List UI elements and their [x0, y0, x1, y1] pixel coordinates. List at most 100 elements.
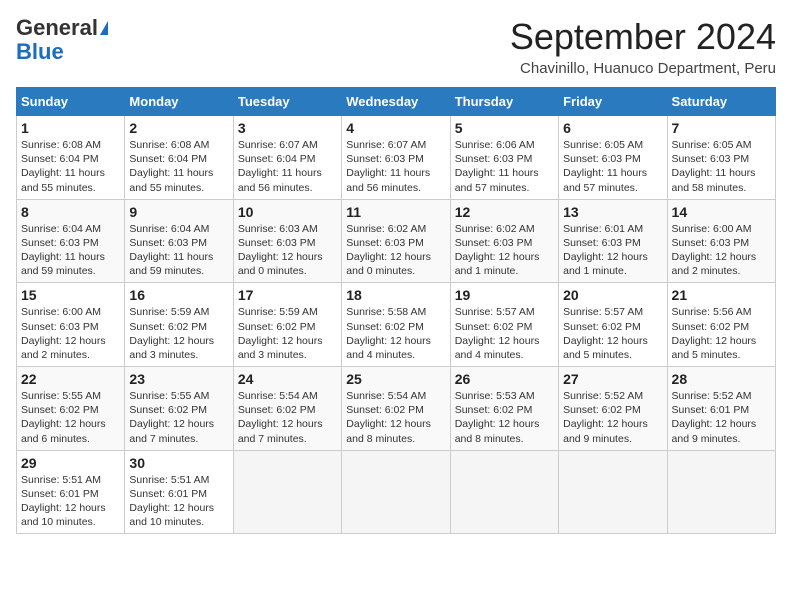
day-detail: Sunrise: 5:55 AMSunset: 6:02 PMDaylight:…: [21, 389, 120, 446]
calendar-cell: 13 Sunrise: 6:01 AMSunset: 6:03 PMDaylig…: [559, 199, 667, 283]
day-number: 19: [455, 287, 554, 303]
day-number: 3: [238, 120, 337, 136]
day-number: 8: [21, 204, 120, 220]
day-number: 15: [21, 287, 120, 303]
calendar-cell: 5 Sunrise: 6:06 AMSunset: 6:03 PMDayligh…: [450, 116, 558, 200]
day-number: 14: [672, 204, 771, 220]
calendar-cell: 27 Sunrise: 5:52 AMSunset: 6:02 PMDaylig…: [559, 367, 667, 451]
day-detail: Sunrise: 6:00 AMSunset: 6:03 PMDaylight:…: [672, 222, 771, 279]
calendar-cell: 3 Sunrise: 6:07 AMSunset: 6:04 PMDayligh…: [233, 116, 341, 200]
calendar-cell: 30 Sunrise: 5:51 AMSunset: 6:01 PMDaylig…: [125, 450, 233, 534]
day-detail: Sunrise: 6:05 AMSunset: 6:03 PMDaylight:…: [672, 138, 771, 195]
calendar-cell: [233, 450, 341, 534]
day-number: 29: [21, 455, 120, 471]
calendar-cell: [667, 450, 775, 534]
day-detail: Sunrise: 5:59 AMSunset: 6:02 PMDaylight:…: [129, 305, 228, 362]
day-number: 9: [129, 204, 228, 220]
logo: General Blue: [16, 16, 108, 64]
calendar-cell: 16 Sunrise: 5:59 AMSunset: 6:02 PMDaylig…: [125, 283, 233, 367]
day-detail: Sunrise: 5:51 AMSunset: 6:01 PMDaylight:…: [129, 473, 228, 530]
day-number: 18: [346, 287, 445, 303]
day-detail: Sunrise: 5:58 AMSunset: 6:02 PMDaylight:…: [346, 305, 445, 362]
calendar-cell: 8 Sunrise: 6:04 AMSunset: 6:03 PMDayligh…: [17, 199, 125, 283]
logo-triangle-icon: [100, 21, 108, 35]
calendar-cell: 18 Sunrise: 5:58 AMSunset: 6:02 PMDaylig…: [342, 283, 450, 367]
day-detail: Sunrise: 6:04 AMSunset: 6:03 PMDaylight:…: [21, 222, 120, 279]
day-number: 2: [129, 120, 228, 136]
calendar-cell: 10 Sunrise: 6:03 AMSunset: 6:03 PMDaylig…: [233, 199, 341, 283]
day-number: 28: [672, 371, 771, 387]
col-header-monday: Monday: [125, 88, 233, 116]
day-number: 26: [455, 371, 554, 387]
week-row-3: 15 Sunrise: 6:00 AMSunset: 6:03 PMDaylig…: [17, 283, 776, 367]
day-number: 21: [672, 287, 771, 303]
calendar-cell: 25 Sunrise: 5:54 AMSunset: 6:02 PMDaylig…: [342, 367, 450, 451]
day-number: 30: [129, 455, 228, 471]
week-row-1: 1 Sunrise: 6:08 AMSunset: 6:04 PMDayligh…: [17, 116, 776, 200]
calendar-cell: 15 Sunrise: 6:00 AMSunset: 6:03 PMDaylig…: [17, 283, 125, 367]
day-number: 4: [346, 120, 445, 136]
day-number: 1: [21, 120, 120, 136]
calendar-cell: 29 Sunrise: 5:51 AMSunset: 6:01 PMDaylig…: [17, 450, 125, 534]
col-header-saturday: Saturday: [667, 88, 775, 116]
day-number: 5: [455, 120, 554, 136]
day-number: 23: [129, 371, 228, 387]
day-number: 20: [563, 287, 662, 303]
calendar-cell: 4 Sunrise: 6:07 AMSunset: 6:03 PMDayligh…: [342, 116, 450, 200]
week-row-5: 29 Sunrise: 5:51 AMSunset: 6:01 PMDaylig…: [17, 450, 776, 534]
calendar-table: SundayMondayTuesdayWednesdayThursdayFrid…: [16, 87, 776, 534]
day-number: 22: [21, 371, 120, 387]
logo-blue: Blue: [16, 40, 64, 64]
day-detail: Sunrise: 6:03 AMSunset: 6:03 PMDaylight:…: [238, 222, 337, 279]
day-detail: Sunrise: 5:56 AMSunset: 6:02 PMDaylight:…: [672, 305, 771, 362]
day-detail: Sunrise: 6:07 AMSunset: 6:03 PMDaylight:…: [346, 138, 445, 195]
day-detail: Sunrise: 5:57 AMSunset: 6:02 PMDaylight:…: [455, 305, 554, 362]
calendar-cell: 1 Sunrise: 6:08 AMSunset: 6:04 PMDayligh…: [17, 116, 125, 200]
calendar-cell: [559, 450, 667, 534]
day-detail: Sunrise: 5:53 AMSunset: 6:02 PMDaylight:…: [455, 389, 554, 446]
month-title: September 2024: [510, 16, 776, 58]
calendar-cell: [342, 450, 450, 534]
day-number: 11: [346, 204, 445, 220]
day-number: 16: [129, 287, 228, 303]
calendar-cell: [450, 450, 558, 534]
col-header-sunday: Sunday: [17, 88, 125, 116]
calendar-cell: 11 Sunrise: 6:02 AMSunset: 6:03 PMDaylig…: [342, 199, 450, 283]
calendar-cell: 23 Sunrise: 5:55 AMSunset: 6:02 PMDaylig…: [125, 367, 233, 451]
day-detail: Sunrise: 5:51 AMSunset: 6:01 PMDaylight:…: [21, 473, 120, 530]
day-detail: Sunrise: 6:01 AMSunset: 6:03 PMDaylight:…: [563, 222, 662, 279]
day-number: 13: [563, 204, 662, 220]
day-detail: Sunrise: 6:02 AMSunset: 6:03 PMDaylight:…: [346, 222, 445, 279]
calendar-cell: 12 Sunrise: 6:02 AMSunset: 6:03 PMDaylig…: [450, 199, 558, 283]
day-detail: Sunrise: 5:55 AMSunset: 6:02 PMDaylight:…: [129, 389, 228, 446]
day-detail: Sunrise: 5:54 AMSunset: 6:02 PMDaylight:…: [238, 389, 337, 446]
day-number: 6: [563, 120, 662, 136]
calendar-cell: 17 Sunrise: 5:59 AMSunset: 6:02 PMDaylig…: [233, 283, 341, 367]
day-detail: Sunrise: 6:04 AMSunset: 6:03 PMDaylight:…: [129, 222, 228, 279]
day-detail: Sunrise: 6:08 AMSunset: 6:04 PMDaylight:…: [129, 138, 228, 195]
calendar-cell: 9 Sunrise: 6:04 AMSunset: 6:03 PMDayligh…: [125, 199, 233, 283]
calendar-cell: 22 Sunrise: 5:55 AMSunset: 6:02 PMDaylig…: [17, 367, 125, 451]
day-number: 12: [455, 204, 554, 220]
calendar-cell: 7 Sunrise: 6:05 AMSunset: 6:03 PMDayligh…: [667, 116, 775, 200]
day-number: 24: [238, 371, 337, 387]
day-detail: Sunrise: 6:05 AMSunset: 6:03 PMDaylight:…: [563, 138, 662, 195]
col-header-friday: Friday: [559, 88, 667, 116]
day-detail: Sunrise: 6:06 AMSunset: 6:03 PMDaylight:…: [455, 138, 554, 195]
header-row: SundayMondayTuesdayWednesdayThursdayFrid…: [17, 88, 776, 116]
day-detail: Sunrise: 5:52 AMSunset: 6:01 PMDaylight:…: [672, 389, 771, 446]
header: General Blue September 2024 Chavinillo, …: [16, 16, 776, 77]
col-header-tuesday: Tuesday: [233, 88, 341, 116]
location-title: Chavinillo, Huanuco Department, Peru: [510, 60, 776, 77]
day-number: 17: [238, 287, 337, 303]
day-detail: Sunrise: 6:08 AMSunset: 6:04 PMDaylight:…: [21, 138, 120, 195]
day-detail: Sunrise: 6:07 AMSunset: 6:04 PMDaylight:…: [238, 138, 337, 195]
calendar-cell: 28 Sunrise: 5:52 AMSunset: 6:01 PMDaylig…: [667, 367, 775, 451]
day-number: 7: [672, 120, 771, 136]
day-detail: Sunrise: 5:54 AMSunset: 6:02 PMDaylight:…: [346, 389, 445, 446]
day-detail: Sunrise: 5:52 AMSunset: 6:02 PMDaylight:…: [563, 389, 662, 446]
day-number: 10: [238, 204, 337, 220]
week-row-4: 22 Sunrise: 5:55 AMSunset: 6:02 PMDaylig…: [17, 367, 776, 451]
col-header-thursday: Thursday: [450, 88, 558, 116]
calendar-cell: 2 Sunrise: 6:08 AMSunset: 6:04 PMDayligh…: [125, 116, 233, 200]
